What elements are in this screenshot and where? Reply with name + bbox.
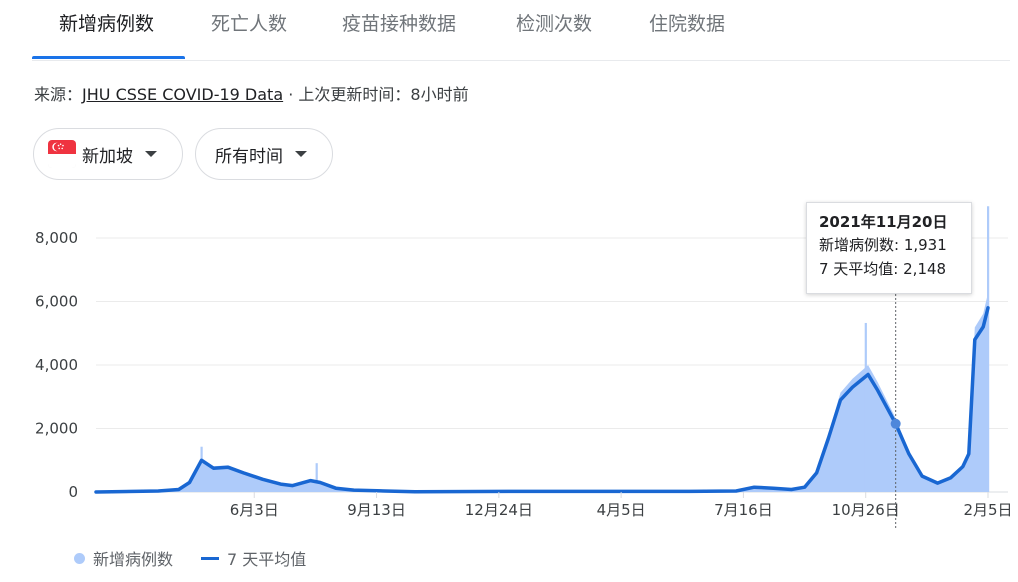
y-tick-label: 6,000 bbox=[35, 293, 78, 311]
new-cases-area bbox=[96, 293, 988, 492]
legend-cases-swatch bbox=[74, 552, 85, 564]
tab-deaths[interactable]: 死亡人数 bbox=[211, 9, 287, 36]
y-axis: 0 2,000 4,000 6,000 8,000 bbox=[35, 229, 78, 501]
tab-vaccinations[interactable]: 疫苗接种数据 bbox=[342, 9, 456, 36]
time-range-label: 所有时间 bbox=[215, 146, 283, 167]
hover-point bbox=[890, 418, 901, 429]
tab-bar: 新增病例数 死亡人数 疫苗接种数据 检测次数 住院数据 bbox=[32, 0, 1010, 61]
y-tick-label: 0 bbox=[68, 483, 78, 501]
x-tick-label: 10月26日 bbox=[832, 501, 900, 519]
tab-new-cases[interactable]: 新增病例数 bbox=[59, 9, 154, 36]
new-cases-bar bbox=[315, 463, 318, 492]
y-tick-label: 8,000 bbox=[35, 229, 78, 247]
x-tick-label: 12月24日 bbox=[465, 501, 533, 519]
x-tick-label: 6月3日 bbox=[230, 501, 279, 519]
x-tick-label: 4月5日 bbox=[597, 501, 646, 519]
tooltip-date: 2021年11月20日 bbox=[819, 213, 948, 231]
legend-average-swatch bbox=[201, 556, 220, 560]
x-axis: 6月3日 9月13日 12月24日 4月5日 7月16日 10月26日 2月5日 bbox=[230, 492, 1013, 519]
updated-value: 8小时前 bbox=[410, 85, 469, 104]
region-dropdown[interactable]: 新加坡 bbox=[33, 128, 183, 180]
source-line: 来源：JHU CSSE COVID-19 Data · 上次更新时间：8小时前 bbox=[34, 81, 469, 105]
singapore-flag-icon bbox=[48, 140, 76, 168]
tooltip-average: 7 天平均值: 2,148 bbox=[819, 260, 947, 278]
new-cases-bar bbox=[864, 322, 867, 492]
time-range-dropdown[interactable]: 所有时间 bbox=[195, 128, 333, 180]
x-tick-label: 2月5日 bbox=[963, 501, 1012, 519]
source-separator: · bbox=[283, 85, 299, 104]
legend-average-label: 7 天平均值 bbox=[227, 550, 307, 569]
tab-hospitalizations[interactable]: 住院数据 bbox=[649, 9, 725, 36]
chart-tooltip: 2021年11月20日 新增病例数: 1,931 7 天平均值: 2,148 bbox=[806, 202, 972, 294]
y-tick-label: 2,000 bbox=[35, 420, 78, 438]
chevron-down-icon bbox=[145, 151, 157, 157]
chart-legend: 新增病例数 7 天平均值 bbox=[74, 546, 306, 570]
tooltip-cases: 新增病例数: 1,931 bbox=[819, 236, 947, 254]
legend-cases-label: 新增病例数 bbox=[93, 550, 174, 569]
source-link[interactable]: JHU CSSE COVID-19 Data bbox=[82, 85, 283, 104]
region-label: 新加坡 bbox=[82, 146, 133, 167]
source-prefix: 来源： bbox=[34, 85, 83, 104]
new-cases-bar bbox=[987, 206, 990, 492]
active-tab-indicator bbox=[32, 56, 185, 59]
x-tick-label: 7月16日 bbox=[714, 501, 773, 519]
new-cases-bar bbox=[200, 446, 203, 492]
updated-label: 上次更新时间： bbox=[298, 85, 411, 104]
x-tick-label: 9月13日 bbox=[347, 501, 406, 519]
y-tick-label: 4,000 bbox=[35, 356, 78, 374]
tab-tests[interactable]: 检测次数 bbox=[516, 9, 592, 36]
chevron-down-icon bbox=[295, 151, 307, 157]
